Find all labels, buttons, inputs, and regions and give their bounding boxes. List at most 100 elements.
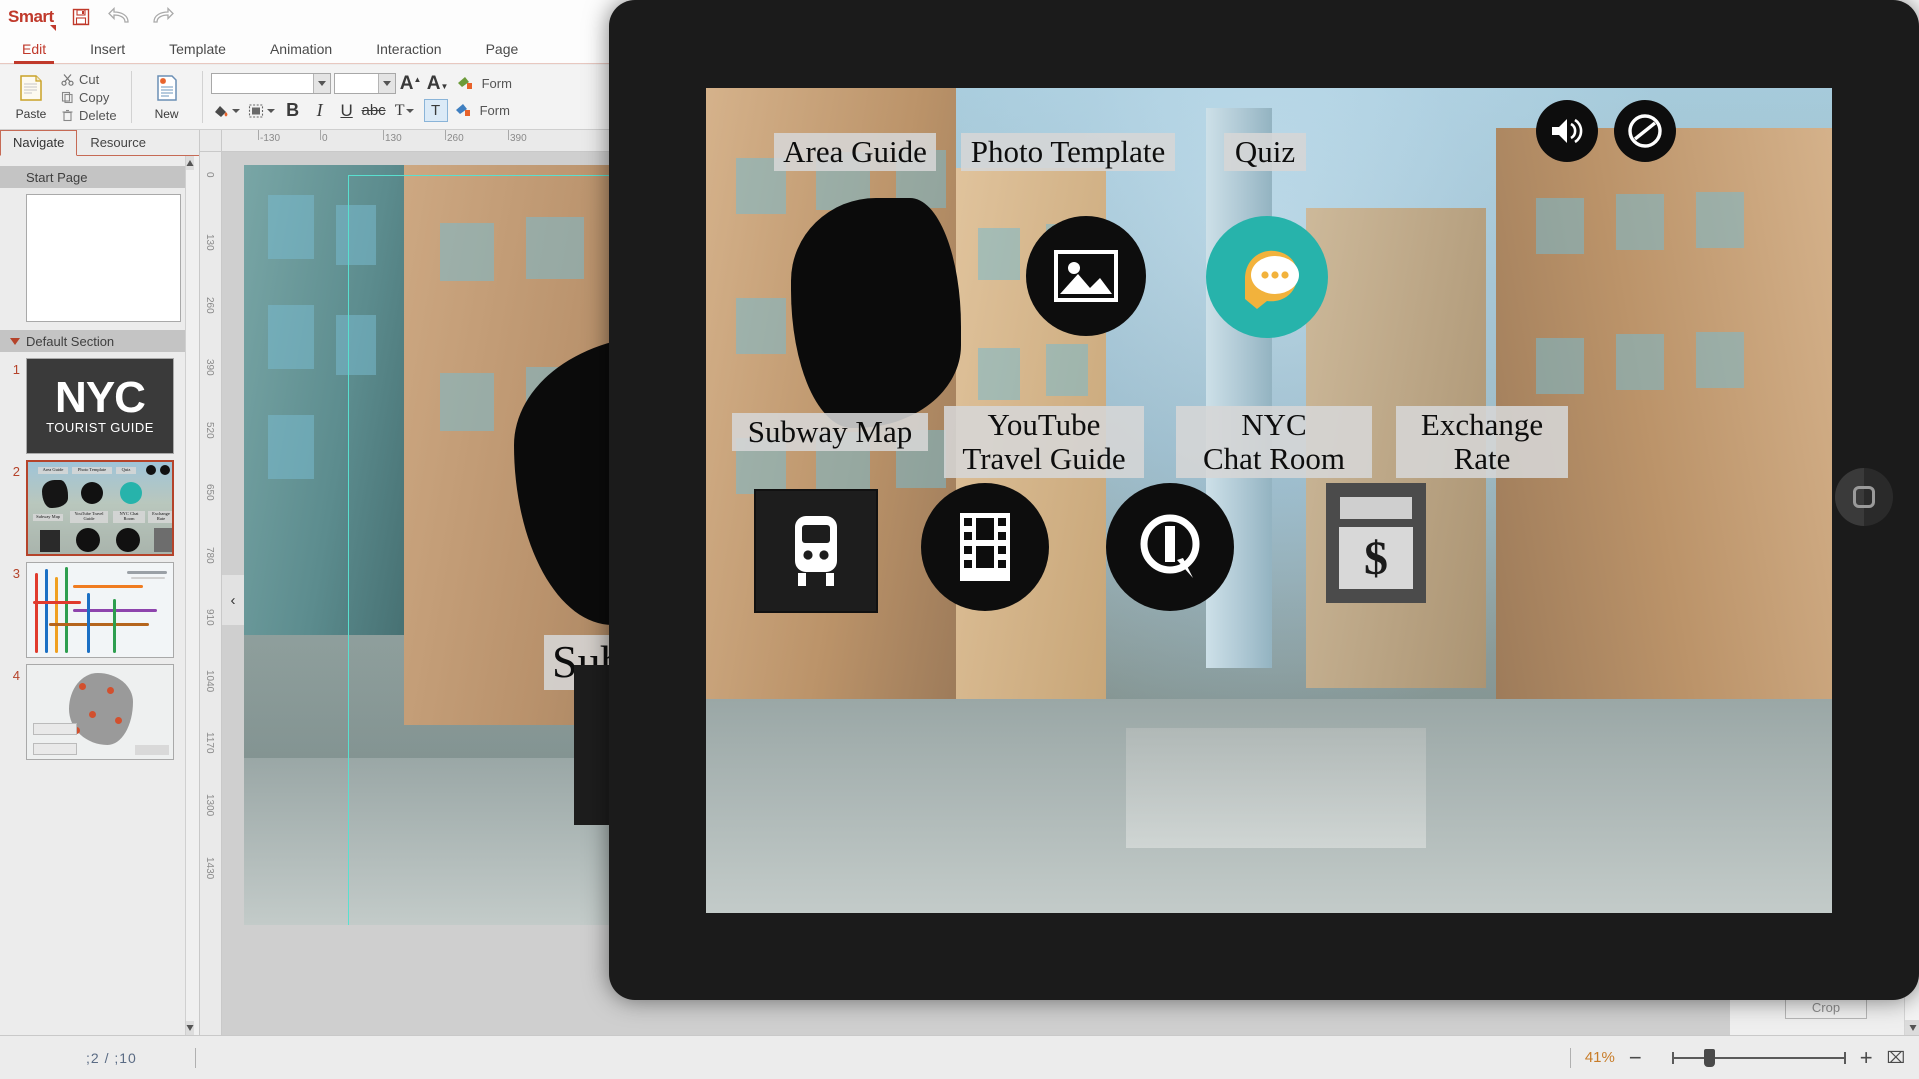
paste-button[interactable]: Paste [6, 66, 56, 128]
fill-color-button[interactable] [211, 99, 243, 122]
navigation-scrollbar[interactable] [185, 156, 199, 1035]
label-photo-template[interactable]: Photo Template [961, 133, 1175, 172]
slide-number: 3 [12, 566, 20, 581]
tab-interaction[interactable]: Interaction [354, 37, 463, 63]
redo-icon[interactable] [148, 4, 174, 30]
font-family-value [212, 74, 313, 93]
underline-label: U [340, 100, 353, 120]
font-color-button[interactable]: T [389, 99, 421, 122]
strikethrough-label: abc [361, 102, 386, 119]
crop-label: Crop [1811, 999, 1841, 1015]
tab-navigate[interactable]: Navigate [0, 130, 78, 156]
zoom-in-button[interactable]: + [1860, 1046, 1873, 1069]
font-shrink-button[interactable]: A ▼ [426, 72, 450, 95]
zoom-slider[interactable] [1656, 1048, 1846, 1067]
ruler-tick: 910 [204, 609, 215, 626]
delete-label: Delete [79, 107, 117, 123]
font-grow-button[interactable]: A ▲ [399, 72, 423, 95]
shape-fill-button[interactable] [246, 99, 278, 122]
save-icon[interactable] [68, 4, 94, 30]
thumb-label: YouTube Travel Guide [70, 511, 108, 523]
scroll-down-button[interactable] [186, 1021, 194, 1035]
copy-label: Copy [79, 89, 110, 105]
new-page-icon [154, 74, 180, 105]
subway-train-icon[interactable] [754, 489, 878, 613]
font-group: A ▲ A ▼ Form B I U abc T T Form [207, 65, 512, 129]
strikethrough-button[interactable]: abc [361, 99, 386, 122]
text-highlight-button[interactable]: T [423, 99, 448, 122]
label-exchange-rate[interactable]: Exchange Rate [1396, 406, 1568, 479]
start-page-thumbnail[interactable] [26, 194, 181, 322]
start-page-section-header[interactable]: Start Page [0, 166, 199, 188]
scroll-up-button[interactable] [186, 156, 194, 170]
tab-page[interactable]: Page [464, 37, 541, 63]
cut-button[interactable]: Cut [56, 71, 121, 88]
film-strip-icon[interactable] [921, 483, 1049, 611]
chevron-down-icon[interactable] [377, 74, 395, 93]
default-section-header[interactable]: Default Section [0, 330, 199, 352]
label-youtube-travel-guide[interactable]: YouTube Travel Guide [944, 406, 1144, 479]
ruler-tick: 1040 [204, 670, 215, 693]
paint-brush-icon [455, 103, 470, 116]
label-quiz[interactable]: Quiz [1224, 133, 1306, 172]
label-area-guide[interactable]: Area Guide [774, 133, 936, 172]
slide-thumbnail-4[interactable] [26, 664, 174, 760]
slide-1-title: NYC [55, 372, 146, 422]
sound-icon[interactable] [1536, 100, 1598, 162]
copy-button[interactable]: Copy [56, 89, 121, 106]
preview-screen[interactable]: Area Guide Photo Template Quiz Subway Ma… [706, 88, 1832, 913]
zoom-out-button[interactable]: − [1629, 1046, 1642, 1069]
paint-brush-icon [457, 76, 472, 89]
label-nyc-chat-room[interactable]: NYC Chat Room [1176, 406, 1372, 479]
thumb-icon [160, 465, 170, 475]
italic-button[interactable]: I [308, 99, 332, 122]
undo-icon[interactable] [107, 4, 134, 30]
tab-edit[interactable]: Edit [0, 37, 68, 64]
dollar-sign-icon[interactable]: $ [1326, 483, 1426, 603]
highlight-label: T [430, 102, 441, 119]
chat-bubble-icon[interactable] [1106, 483, 1234, 611]
font-color-label: T [394, 101, 405, 119]
no-entry-icon[interactable] [1614, 100, 1676, 162]
tab-template[interactable]: Template [147, 37, 248, 63]
font-family-select[interactable] [210, 73, 331, 94]
tab-animation[interactable]: Animation [248, 37, 354, 63]
tab-insert[interactable]: Insert [68, 37, 147, 63]
chevron-down-icon[interactable] [312, 74, 330, 93]
zoom-slider-thumb[interactable] [1703, 1048, 1715, 1067]
underline-button[interactable]: U [335, 99, 359, 122]
slide-thumbnail-1[interactable]: NYC TOURIST GUIDE [26, 358, 174, 454]
scroll-down-button[interactable] [1905, 1020, 1919, 1035]
ruler-tick: 1300 [204, 794, 215, 817]
thumb-icon [116, 528, 140, 552]
home-button[interactable] [1835, 468, 1893, 526]
ruler-tick: 0 [322, 133, 328, 144]
italic-label: I [316, 100, 323, 120]
quiz-chat-icon[interactable] [1206, 216, 1328, 338]
status-divider [194, 1047, 196, 1068]
thumb-icon [81, 482, 103, 504]
list-item: 4 [0, 658, 199, 760]
paste-label: Paste [15, 106, 47, 121]
label-subway-map[interactable]: Subway Map [732, 413, 928, 452]
ruler-tick: 260 [447, 133, 464, 144]
format-painter-2-button[interactable] [451, 99, 475, 122]
copy-icon [60, 90, 74, 104]
font-size-select[interactable] [333, 73, 396, 94]
slide-thumbnail-2[interactable]: Area Guide Photo Template Quiz Subway Ma… [26, 460, 174, 556]
panel-collapse-button[interactable]: ‹ [222, 575, 244, 625]
bold-button[interactable]: B [281, 99, 305, 122]
tab-resource[interactable]: Resource [77, 130, 159, 155]
nyc-map-shape[interactable] [791, 198, 961, 428]
fit-to-window-button[interactable]: ⌧ [1887, 1048, 1905, 1068]
photo-template-icon[interactable] [1026, 216, 1146, 336]
thumb-icon [120, 482, 142, 504]
format-painter-button[interactable] [453, 72, 477, 95]
thumb-label: Quiz [116, 467, 136, 474]
delete-button[interactable]: Delete [56, 107, 121, 124]
slide-thumbnail-3[interactable] [26, 562, 174, 658]
navigation-panel: Navigate Resource Start Page Default Sec… [0, 130, 200, 1035]
ruler-tick: 390 [204, 359, 215, 376]
vertical-ruler: 0 130 260 390 520 650 780 910 1040 1170 … [200, 152, 222, 1035]
new-page-button[interactable]: New [142, 66, 192, 128]
